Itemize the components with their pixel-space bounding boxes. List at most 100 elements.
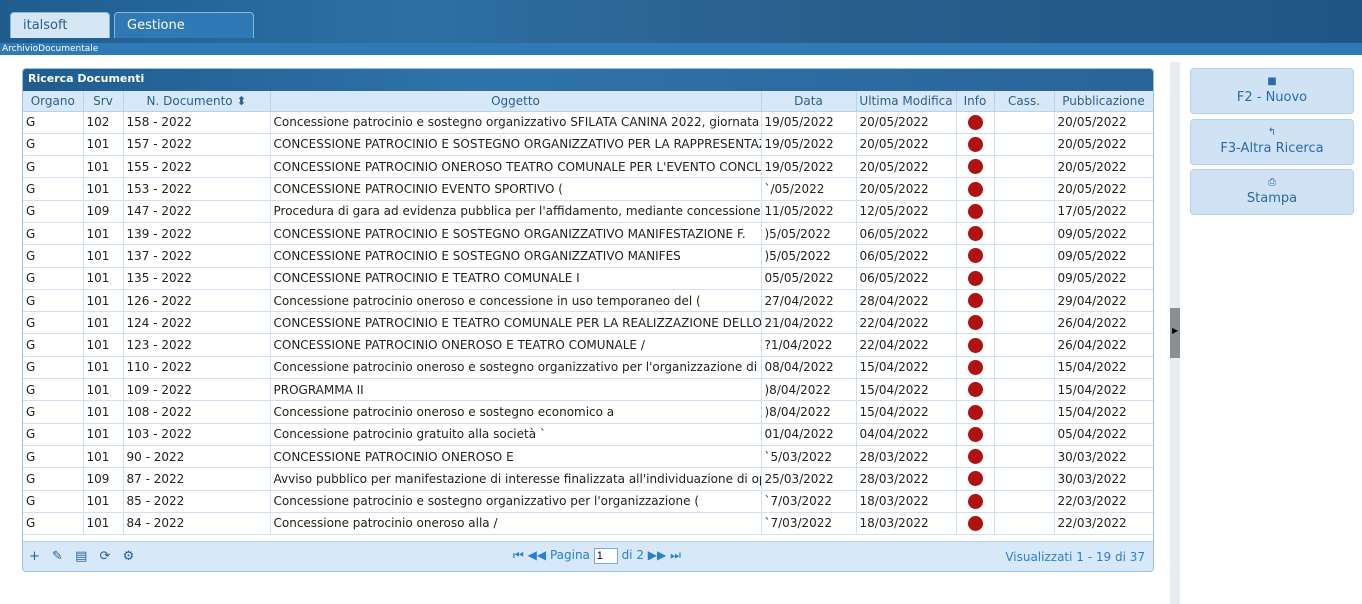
- table-row[interactable]: G 101 84 - 2022 Concessione patrocinio oner…: [23, 512, 1153, 536]
- modifica-cell: 20/05/2022: [856, 155, 957, 179]
- modifica-cell: 28/03/2022: [856, 467, 957, 491]
- srv-cell: 101: [83, 311, 124, 335]
- pubblicazione-cell: 20/05/2022: [1054, 155, 1153, 179]
- refresh-icon[interactable]: ⟳: [100, 549, 115, 564]
- numero-cell: 123 - 2022: [123, 333, 271, 357]
- cass-cell: [994, 244, 1055, 268]
- organo-cell: G: [23, 289, 84, 313]
- column-header[interactable]: Data: [761, 91, 857, 112]
- info-cell: [956, 378, 995, 402]
- data-cell: )5/05/2022: [761, 222, 857, 246]
- column-header[interactable]: Cass.: [994, 91, 1055, 112]
- undo-icon: ↰: [1267, 127, 1277, 138]
- oggetto-cell: Concessione patrocinio e sostegno organi…: [270, 490, 762, 513]
- page-input[interactable]: [593, 548, 618, 564]
- srv-cell: 101: [83, 289, 124, 313]
- cass-cell: [994, 423, 1055, 446]
- pubblicazione-cell: 15/04/2022: [1054, 356, 1153, 380]
- numero-cell: 109 - 2022: [123, 378, 271, 402]
- table-row[interactable]: G 109 87 - 2022 Avviso pubblico per manifes…: [23, 467, 1153, 491]
- table-row[interactable]: G 101 103 - 2022 Concessione patrocinio gra…: [23, 423, 1153, 446]
- organo-cell: G: [23, 490, 84, 513]
- numero-cell: 110 - 2022: [123, 356, 271, 380]
- add-icon[interactable]: +: [29, 549, 44, 564]
- numero-cell: 103 - 2022: [123, 423, 271, 446]
- column-header[interactable]: Oggetto: [270, 91, 762, 112]
- table-row[interactable]: G 101 135 - 2022 CONCESSIONE PATROCINIO E T…: [23, 267, 1153, 290]
- tab-bar: italsoft Home Gestione Delibere×: [0, 0, 1362, 59]
- edit-icon[interactable]: ✎: [52, 549, 67, 564]
- table-row[interactable]: G 101 157 - 2022 CONCESSIONE PATROCINIO E S…: [23, 133, 1153, 157]
- column-header[interactable]: Pubblicazione: [1054, 91, 1153, 112]
- srv-cell: 101: [83, 267, 124, 290]
- oggetto-cell: Avviso pubblico per manifestazione di in…: [270, 467, 762, 491]
- table-row[interactable]: G 109 147 - 2022 Procedura di gara ad evide…: [23, 200, 1153, 223]
- oggetto-cell: Procedura di gara ad evidenza pubblica p…: [270, 200, 762, 223]
- table-row[interactable]: G 101 137 - 2022 CONCESSIONE PATROCINIO E S…: [23, 244, 1153, 268]
- info-cell: [956, 289, 995, 313]
- column-header[interactable]: Organo: [23, 91, 84, 112]
- table-row[interactable]: G 101 123 - 2022 CONCESSIONE PATROCINIO ONE…: [23, 333, 1153, 357]
- pubblicazione-cell: 05/04/2022: [1054, 423, 1153, 446]
- srv-cell: 101: [83, 378, 124, 402]
- print-button[interactable]: ⎙ Stampa: [1190, 169, 1354, 215]
- data-cell: 21/04/2022: [761, 311, 857, 335]
- export-icon[interactable]: ▤: [75, 549, 91, 564]
- numero-cell: 108 - 2022: [123, 400, 271, 424]
- pubblicazione-cell: 15/04/2022: [1054, 400, 1153, 424]
- splitter-toggle[interactable]: ▶: [1170, 308, 1180, 358]
- info-cell: [956, 445, 995, 469]
- prev-page-icon[interactable]: ◀◀: [528, 548, 546, 562]
- srv-cell: 101: [83, 133, 124, 157]
- status-dot-icon: [967, 270, 983, 286]
- pubblicazione-cell: 30/03/2022: [1054, 445, 1153, 469]
- column-header[interactable]: Info: [956, 91, 995, 112]
- oggetto-cell: Concessione patrocinio oneroso e sostegn…: [270, 400, 762, 424]
- table-row[interactable]: G 101 109 - 2022 PROGRAMMA II)8/04/2022 15/0…: [23, 378, 1153, 402]
- pubblicazione-cell: 26/04/2022: [1054, 333, 1153, 357]
- info-cell: [956, 400, 995, 424]
- modifica-cell: 20/05/2022: [856, 111, 957, 134]
- table-row[interactable]: G 102 158 - 2022 Concessione patrocinio e s…: [23, 111, 1153, 134]
- last-page-icon[interactable]: ⏭: [670, 548, 681, 562]
- table-row[interactable]: G 101 153 - 2022 CONCESSIONE PATROCINIO EVE…: [23, 177, 1153, 201]
- table-row[interactable]: G 101 126 - 2022 Concessione patrocinio one…: [23, 289, 1153, 313]
- oggetto-cell: CONCESSIONE PATROCINIO ONEROSO E: [270, 445, 762, 469]
- other-search-button[interactable]: ↰ F3-Altra Ricerca: [1190, 119, 1354, 165]
- info-cell: [956, 512, 995, 536]
- column-header[interactable]: Srv: [83, 91, 124, 112]
- oggetto-cell: Concessione patrocinio oneroso e concess…: [270, 289, 762, 313]
- first-page-icon[interactable]: ⏮: [513, 548, 524, 562]
- srv-cell: 102: [83, 111, 124, 134]
- data-cell: )8/04/2022: [761, 378, 857, 402]
- data-cell: 11/05/2022: [761, 200, 857, 223]
- table-row[interactable]: G 101 85 - 2022 Concessione patrocinio e so…: [23, 490, 1153, 513]
- column-header[interactable]: Ultima Modifica: [856, 91, 957, 112]
- next-page-icon[interactable]: ▶▶: [648, 548, 666, 562]
- status-dot-icon: [967, 114, 983, 130]
- table-row[interactable]: G 101 110 - 2022 Concessione patrocinio one…: [23, 356, 1153, 380]
- table-row[interactable]: G 101 108 - 2022 Concessione patrocinio one…: [23, 400, 1153, 424]
- settings-icon[interactable]: ⚙: [123, 549, 139, 564]
- status-dot-icon: [967, 203, 983, 219]
- numero-cell: 85 - 2022: [123, 490, 271, 513]
- info-cell: [956, 222, 995, 246]
- oggetto-cell: CONCESSIONE PATROCINIO E TEATRO COMUNALE…: [270, 311, 762, 335]
- column-header[interactable]: N. Documento ⬍: [123, 91, 271, 112]
- oggetto-cell: CONCESSIONE PATROCINIO E TEATRO COMUNALE…: [270, 267, 762, 290]
- oggetto-cell: Concessione patrocinio oneroso e sostegn…: [270, 356, 762, 380]
- data-cell: 05/05/2022: [761, 267, 857, 290]
- table-row[interactable]: G 101 155 - 2022 CONCESSIONE PATROCINIO ONE…: [23, 155, 1153, 179]
- pubblicazione-cell: 30/03/2022: [1054, 467, 1153, 491]
- tab-gestione-delibere[interactable]: Gestione Delibere×: [114, 12, 254, 59]
- table-row[interactable]: G 101 90 - 2022 CONCESSIONE PATROCINIO ONER…: [23, 445, 1153, 469]
- tab-italsoft-home[interactable]: italsoft Home: [10, 12, 110, 59]
- new-button[interactable]: ■ F2 - Nuovo: [1190, 68, 1354, 114]
- numero-cell: 137 - 2022: [123, 244, 271, 268]
- table-row[interactable]: G 101 139 - 2022 CONCESSIONE PATROCINIO E S…: [23, 222, 1153, 246]
- table-row[interactable]: G 101 124 - 2022 CONCESSIONE PATROCINIO E T…: [23, 311, 1153, 335]
- page-total: di 2: [621, 548, 644, 562]
- modifica-cell: 22/04/2022: [856, 311, 957, 335]
- status-dot-icon: [967, 226, 983, 242]
- modifica-cell: 04/04/2022: [856, 423, 957, 446]
